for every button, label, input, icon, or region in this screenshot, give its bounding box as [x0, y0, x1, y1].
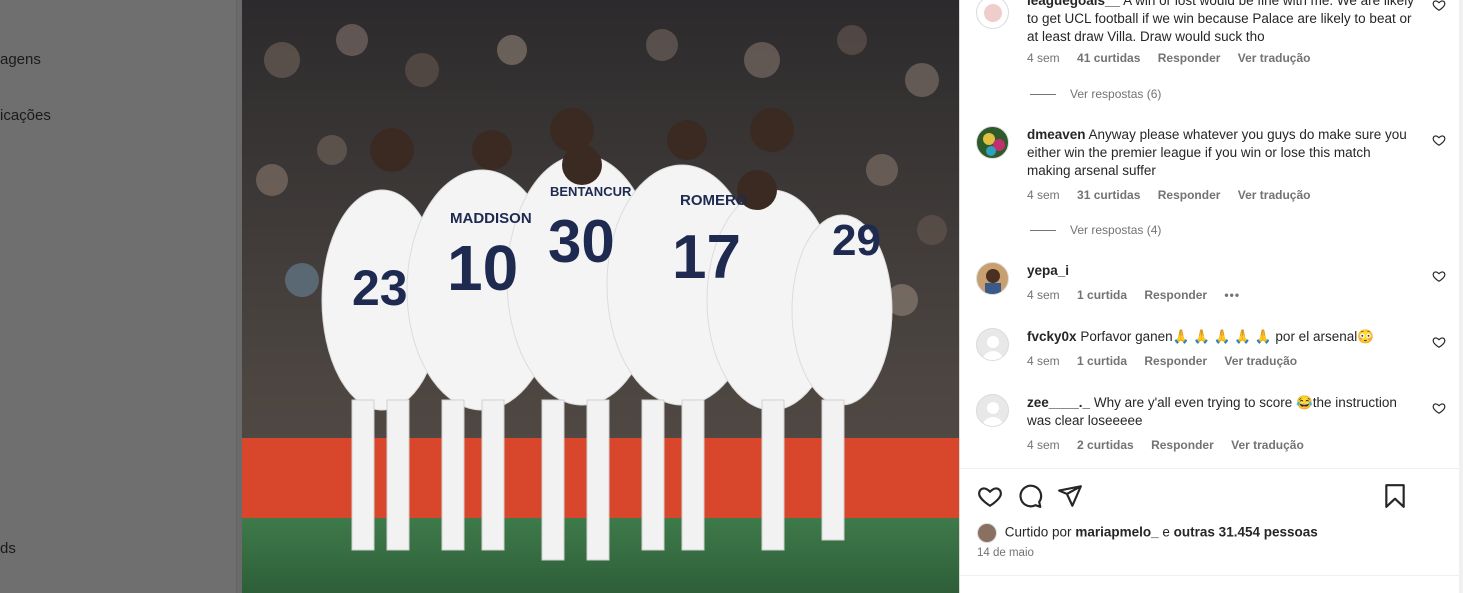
view-replies-button[interactable]: Ver respostas (4) [1030, 223, 1161, 237]
nav-item-messages[interactable]: agens [0, 51, 41, 68]
avatar[interactable] [976, 126, 1009, 159]
logo-avatar-icon [984, 4, 1002, 22]
reply-button[interactable]: Responder [1158, 51, 1221, 65]
comment-time: 4 sem [1027, 51, 1060, 65]
comment-item: zee____._ Why are y'all even trying to s… [976, 394, 1446, 456]
avatar-image-icon [983, 133, 1005, 156]
comment-username[interactable]: zee____._ [1027, 395, 1090, 410]
translate-button[interactable]: Ver tradução [1231, 438, 1304, 452]
comment-like-heart-icon[interactable] [1432, 335, 1446, 349]
post-date: 14 de maio [977, 547, 1034, 559]
avatar[interactable] [976, 0, 1009, 29]
comment-item: fvcky0x Porfavor ganen🙏 🙏 🙏 🙏 🙏 por el a… [976, 328, 1446, 378]
comment-like-heart-icon[interactable] [1432, 133, 1446, 147]
reply-button[interactable]: Responder [1144, 354, 1207, 368]
liked-by-row[interactable]: Curtido por mariapmelo_ e outras 31.454 … [977, 523, 1318, 543]
jersey-number-10: 10 [447, 232, 518, 304]
comment-time: 4 sem [1027, 288, 1060, 302]
liked-by-connector: e [1162, 524, 1170, 540]
comment-meta: 4 sem 1 curtida Responder Ver tradução [1027, 354, 1311, 368]
jersey-number-30: 30 [548, 208, 615, 275]
jersey-name-romero: ROMERO [680, 192, 748, 209]
bookmark-icon[interactable] [1382, 483, 1408, 509]
comment-time: 4 sem [1027, 188, 1060, 202]
default-avatar-icon [982, 402, 1004, 426]
comment-item: yepa_i 4 sem 1 curtida Responder ••• [976, 262, 1446, 312]
comment-meta: 4 sem 41 curtidas Responder Ver tradução [1027, 51, 1324, 65]
comment-like-heart-icon[interactable] [1432, 401, 1446, 415]
heart-icon[interactable] [977, 483, 1003, 509]
translate-button[interactable]: Ver tradução [1224, 354, 1297, 368]
avatar[interactable] [976, 328, 1009, 361]
avatar-image-icon [985, 269, 1001, 294]
comment-username[interactable]: fvcky0x [1027, 329, 1077, 344]
comment-likes[interactable]: 2 curtidas [1077, 438, 1134, 452]
comment-icon[interactable] [1017, 483, 1043, 509]
comment-body: yepa_i [1027, 262, 1417, 280]
jersey-number-29: 29 [832, 216, 881, 265]
comment-time: 4 sem [1027, 438, 1060, 452]
liked-by-user[interactable]: mariapmelo_ [1075, 525, 1158, 540]
post-image: MADDISON 10 BENTANCUR 30 ROMERO 17 23 29 [242, 0, 959, 593]
reply-button[interactable]: Responder [1151, 438, 1214, 452]
comment-text: Porfavor ganen🙏 🙏 🙏 🙏 🙏 por el arsenal😳 [1080, 329, 1375, 344]
comment-likes[interactable]: 31 curtidas [1077, 188, 1140, 202]
comment-body: dmeaven Anyway please whatever you guys … [1027, 126, 1417, 180]
comment-like-heart-icon[interactable] [1432, 269, 1446, 283]
liker-avatar [977, 523, 997, 543]
liked-by-others[interactable]: outras 31.454 pessoas [1174, 525, 1318, 540]
comment-likes[interactable]: 1 curtida [1077, 288, 1127, 302]
translate-button[interactable]: Ver tradução [1238, 51, 1311, 65]
replies-line [1030, 94, 1056, 96]
more-options-icon[interactable]: ••• [1224, 288, 1240, 302]
share-icon[interactable] [1057, 483, 1083, 509]
comment-likes[interactable]: 41 curtidas [1077, 51, 1140, 65]
comment-item: dmeaven Anyway please whatever you guys … [976, 126, 1446, 206]
comment-body: leaguegoals__ A win or lost would be fin… [1027, 0, 1417, 46]
comment-like-heart-icon[interactable] [1432, 0, 1446, 12]
team-huddle-image: MADDISON 10 BENTANCUR 30 ROMERO 17 23 29 [242, 0, 959, 593]
scrollbar[interactable] [1459, 0, 1463, 593]
liked-by-prefix: Curtido por [1004, 524, 1072, 540]
comment-body: fvcky0x Porfavor ganen🙏 🙏 🙏 🙏 🙏 por el a… [1027, 328, 1417, 346]
avatar[interactable] [976, 394, 1009, 427]
reply-button[interactable]: Responder [1144, 288, 1207, 302]
comment-username[interactable]: dmeaven [1027, 127, 1086, 142]
jersey-number-23: 23 [352, 260, 408, 316]
nav-item-notifications[interactable]: icações [0, 107, 51, 124]
avatar[interactable] [976, 262, 1009, 295]
replies-line [1030, 230, 1056, 232]
jersey-number-17: 17 [672, 223, 741, 292]
section-divider [960, 575, 1460, 576]
comment-meta: 4 sem 31 curtidas Responder Ver tradução [1027, 188, 1324, 202]
section-divider [960, 468, 1460, 469]
comment-body: zee____._ Why are y'all even trying to s… [1027, 394, 1417, 430]
jersey-name-maddison: MADDISON [450, 210, 532, 227]
default-avatar-icon [982, 336, 1004, 360]
comment-time: 4 sem [1027, 354, 1060, 368]
left-navigation: agens icações ds [0, 0, 242, 593]
comment-meta: 4 sem 2 curtidas Responder Ver tradução [1027, 438, 1318, 452]
post-action-bar [977, 483, 1442, 509]
jersey-name-bentancur: BENTANCUR [550, 184, 632, 199]
comment-likes[interactable]: 1 curtida [1077, 354, 1127, 368]
comment-username[interactable]: yepa_i [1027, 263, 1069, 278]
comment-meta: 4 sem 1 curtida Responder ••• [1027, 288, 1254, 302]
comment-username[interactable]: leaguegoals__ [1027, 0, 1120, 8]
nav-item-threads[interactable]: ds [0, 540, 16, 557]
view-replies-button[interactable]: Ver respostas (6) [1030, 87, 1161, 101]
comments-panel: leaguegoals__ A win or lost would be fin… [959, 0, 1460, 593]
translate-button[interactable]: Ver tradução [1238, 188, 1311, 202]
reply-button[interactable]: Responder [1158, 188, 1221, 202]
